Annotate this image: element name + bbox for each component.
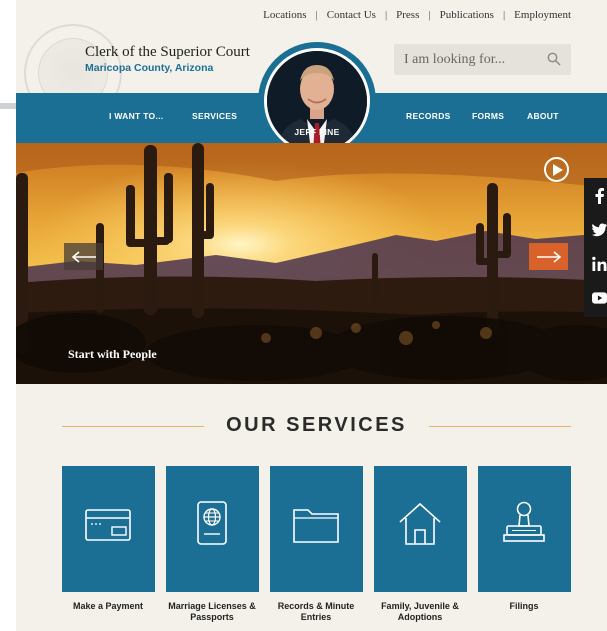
tile-label: Family, Juvenile & Adoptions <box>381 601 459 622</box>
services-heading: OUR SERVICES <box>62 412 571 442</box>
portrait-name: JEFF FINE <box>294 127 340 137</box>
nav-i-want-to[interactable]: I WANT TO... <box>109 111 163 121</box>
utility-nav: Locations | Contact Us | Press | Publica… <box>263 9 571 21</box>
nav-services[interactable]: SERVICES <box>192 111 237 121</box>
tile-label: Make a Payment <box>72 601 144 611</box>
hero-caption: Start with People <box>68 347 157 361</box>
nav-separator: | <box>384 9 388 21</box>
play-icon <box>553 164 563 176</box>
service-tile-marriage-licenses[interactable] <box>166 466 259 592</box>
next-slide-button[interactable] <box>529 243 568 270</box>
credit-card-icon <box>85 509 131 541</box>
service-tile-family-juvenile[interactable] <box>374 466 467 592</box>
tile-label: Records & Minute Entries <box>277 601 355 622</box>
service-tile-make-a-payment[interactable] <box>62 466 155 592</box>
arrow-left-icon <box>71 250 96 263</box>
page: Locations | Contact Us | Press | Publica… <box>16 0 607 631</box>
twitter-icon[interactable] <box>592 222 607 238</box>
util-link-press[interactable]: Press <box>396 9 419 21</box>
stamp-icon <box>503 501 545 542</box>
arrow-right-icon <box>536 250 561 263</box>
search-icon[interactable] <box>547 52 561 66</box>
site-subtitle: Maricopa County, Arizona <box>85 62 214 74</box>
site-title[interactable]: Clerk of the Superior Court <box>85 44 250 61</box>
social-bar <box>584 178 607 317</box>
nav-about[interactable]: ABOUT <box>527 111 559 121</box>
util-link-publications[interactable]: Publications <box>440 9 494 21</box>
play-button[interactable] <box>544 157 569 182</box>
nav-records[interactable]: RECORDS <box>406 111 451 121</box>
linkedin-icon[interactable] <box>592 256 607 272</box>
youtube-icon[interactable] <box>592 290 607 306</box>
util-link-locations[interactable]: Locations <box>263 9 306 21</box>
tile-label: Filings <box>509 601 539 611</box>
folder-icon <box>293 509 339 543</box>
previous-slide-button[interactable] <box>64 243 103 270</box>
service-tile-filings[interactable] <box>478 466 571 592</box>
nav-separator: | <box>502 9 506 21</box>
facebook-icon[interactable] <box>592 188 607 204</box>
service-tile-records[interactable] <box>270 466 363 592</box>
nav-separator: | <box>315 9 318 21</box>
util-link-employment[interactable]: Employment <box>514 9 571 21</box>
nav-forms[interactable]: FORMS <box>472 111 504 121</box>
tile-label: Marriage Licenses & Passports <box>168 601 256 622</box>
util-link-contact-us[interactable]: Contact Us <box>327 9 376 21</box>
passport-icon <box>197 501 227 545</box>
search-box <box>394 44 571 75</box>
services-title: OUR SERVICES <box>226 414 407 436</box>
house-icon <box>399 502 441 545</box>
clerk-portrait[interactable] <box>264 48 370 154</box>
hero-slideshow: Start with People <box>16 143 607 384</box>
left-edge-strip <box>0 103 16 109</box>
nav-separator: | <box>428 9 431 21</box>
search-input[interactable] <box>404 51 544 68</box>
